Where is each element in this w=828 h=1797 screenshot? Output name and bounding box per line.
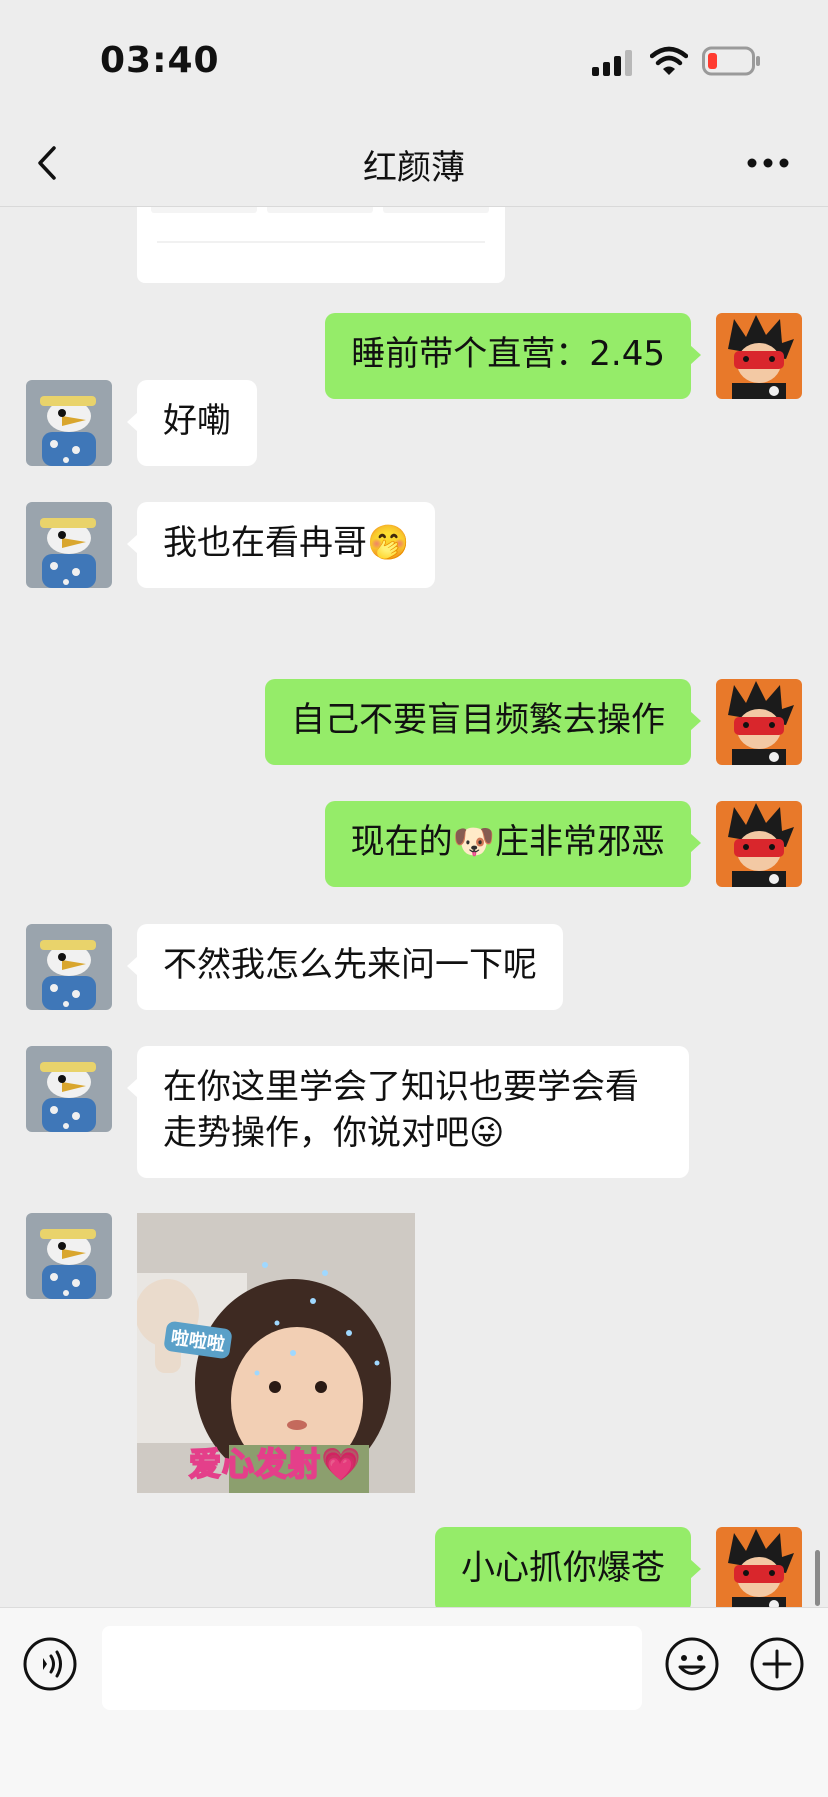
sticker-image[interactable]: 啦啦啦 爱心发射💗	[137, 1213, 415, 1493]
contact-avatar[interactable]	[26, 1046, 112, 1132]
message-bubble[interactable]: 不然我怎么先来问一下呢	[127, 924, 563, 1010]
contact-avatar[interactable]	[26, 502, 112, 588]
my-avatar[interactable]	[716, 1527, 802, 1607]
chat-area[interactable]: 睡前带个直营：2.45 好嘞 我也在看冉哥🤭 自己不要盲目频繁去操作 现在的🐶庄…	[0, 207, 828, 1607]
message-bubble[interactable]: 好嘞	[127, 380, 257, 466]
message-bubble[interactable]: 在你这里学会了知识也要学会看 走势操作，你说对吧😜	[127, 1046, 689, 1178]
contact-avatar[interactable]	[26, 1213, 112, 1299]
voice-icon[interactable]	[22, 1636, 78, 1692]
scrollbar[interactable]	[815, 1550, 820, 1606]
my-avatar[interactable]	[716, 313, 802, 399]
plus-icon[interactable]	[749, 1636, 805, 1692]
message-input[interactable]	[102, 1626, 642, 1710]
my-avatar[interactable]	[716, 801, 802, 887]
message-bubble[interactable]: 睡前带个直营：2.45	[325, 313, 701, 399]
status-time: 03:40	[100, 40, 220, 81]
message-bubble[interactable]: 现在的🐶庄非常邪恶	[324, 801, 702, 887]
message-bubble[interactable]: 我也在看冉哥🤭	[126, 502, 436, 588]
sticker-caption: 爱心发射💗	[188, 1444, 362, 1484]
more-icon[interactable]	[745, 148, 791, 178]
nav-bar: 红颜薄	[0, 120, 828, 207]
shared-card[interactable]	[137, 207, 505, 283]
contact-avatar[interactable]	[26, 380, 112, 466]
status-bar: 03:40	[0, 0, 828, 120]
contact-avatar[interactable]	[26, 924, 112, 1010]
wifi-icon	[650, 46, 688, 75]
my-avatar[interactable]	[716, 679, 802, 765]
chat-title: 红颜薄	[363, 148, 465, 188]
signal-icon	[592, 50, 632, 76]
input-bar	[0, 1607, 828, 1797]
emoji-icon[interactable]	[664, 1636, 720, 1692]
battery-icon	[702, 46, 760, 76]
message-bubble[interactable]: 小心抓你爆苍	[435, 1527, 701, 1607]
message-bubble[interactable]: 自己不要盲目频繁去操作	[265, 679, 701, 765]
